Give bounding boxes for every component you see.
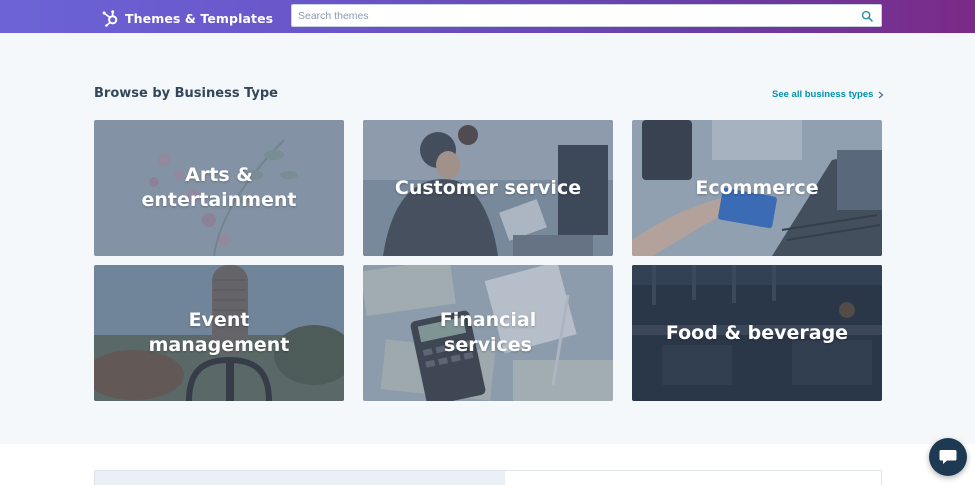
chevron-right-icon: [879, 91, 884, 98]
see-all-business-types-link[interactable]: See all business types: [772, 89, 884, 100]
tile-arts-entertainment[interactable]: Arts & entertainment: [94, 120, 344, 256]
tile-food-beverage[interactable]: Food & beverage: [632, 265, 882, 401]
see-all-label: See all business types: [772, 89, 874, 100]
tile-ecommerce[interactable]: Ecommerce: [632, 120, 882, 256]
chat-launcher-button[interactable]: [929, 438, 967, 476]
search-input[interactable]: [292, 5, 852, 26]
tile-label: Ecommerce: [695, 176, 819, 199]
tile-label: Financial services: [439, 309, 537, 356]
brand-title: Themes & Templates: [125, 10, 274, 26]
tile-customer-service[interactable]: Customer service: [363, 120, 613, 256]
top-bar: Themes & Templates: [0, 0, 975, 33]
featured-card-partial: [94, 470, 882, 485]
tile-event-management[interactable]: Event management: [94, 265, 344, 401]
brand[interactable]: Themes & Templates: [101, 8, 273, 28]
section-title: Browse by Business Type: [94, 86, 278, 101]
hubspot-logo-icon: [102, 10, 118, 27]
tile-financial-services[interactable]: Financial services: [363, 265, 613, 401]
featured-card-image: [95, 471, 505, 485]
business-type-section: Browse by Business Type See all business…: [0, 33, 975, 444]
chat-icon: [939, 450, 957, 464]
search-icon[interactable]: [861, 10, 873, 22]
tile-label: Arts & entertainment: [141, 164, 297, 211]
tile-label: Food & beverage: [665, 321, 849, 344]
search-box: [291, 4, 882, 27]
tile-label: Customer service: [394, 176, 582, 199]
tile-label: Event management: [148, 309, 290, 356]
